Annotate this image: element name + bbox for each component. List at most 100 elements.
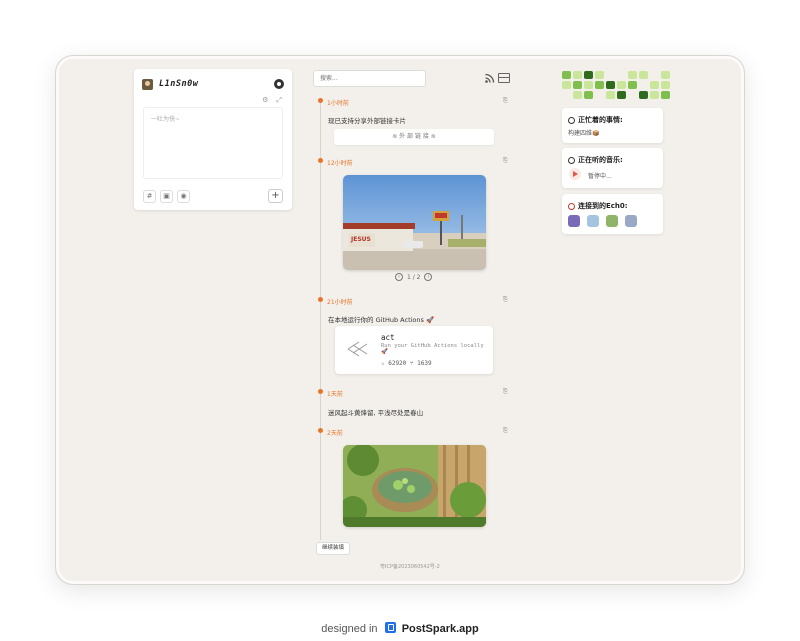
clock-icon [568, 116, 575, 124]
timestamp: 2天前 [327, 430, 343, 437]
busy-title: 正忙着的事情: [568, 115, 623, 125]
postspark-logo-icon [384, 622, 396, 633]
heatmap-cell[interactable] [573, 71, 582, 79]
heatmap-cell[interactable] [650, 91, 659, 99]
connected-avatar[interactable] [625, 215, 637, 227]
heatmap-cell[interactable] [628, 71, 637, 79]
footer-icp[interactable]: 粤ICP备2023060542号-2 [380, 563, 440, 570]
heatmap-cell[interactable] [617, 91, 626, 99]
rss-icon[interactable] [485, 73, 495, 83]
editor-header: L1nSn0w [142, 76, 284, 92]
photo-motel[interactable]: JESUS [343, 175, 486, 270]
heatmap-cell[interactable] [584, 81, 593, 89]
busy-widget: 正忙着的事情: 构建四维📦 [562, 108, 663, 143]
heatmap-cell[interactable] [595, 81, 604, 89]
heatmap-cell[interactable] [562, 81, 571, 89]
github-repo-card[interactable]: act Run your GitHub Actions locally 🚀 ☆ … [335, 326, 493, 374]
heatmap-cell[interactable] [573, 81, 582, 89]
add-button[interactable]: + [268, 189, 283, 203]
heatmap-cell[interactable] [617, 81, 626, 89]
music-title: 正在听的音乐: [568, 155, 623, 165]
heatmap-cell [628, 91, 637, 99]
heatmap-cell [595, 91, 604, 99]
play-icon[interactable] [569, 168, 581, 180]
tag-icon[interactable]: # [143, 189, 156, 203]
user-avatar[interactable] [142, 78, 153, 90]
image-pager: ‹ 1 / 2 › [395, 273, 433, 281]
credit-prefix: designed in [321, 623, 378, 635]
editor-toolbar: # ▣ ◉ + [143, 189, 283, 203]
connected-avatars [568, 215, 637, 227]
external-link-card[interactable]: ≋ 外 部 链 接 ≋ [334, 129, 494, 145]
motel-image: JESUS [343, 175, 486, 270]
github-icon[interactable] [274, 79, 284, 89]
username: L1nSn0w [159, 79, 199, 89]
connected-avatar[interactable] [587, 215, 599, 227]
image-icon[interactable]: ▣ [160, 189, 173, 203]
eye-icon[interactable]: ◉ [177, 189, 190, 203]
heatmap-cell [639, 81, 648, 89]
heatmap-cell[interactable] [628, 81, 637, 89]
prev-icon[interactable]: ‹ [395, 273, 403, 281]
busy-value: 构建四维📦 [568, 130, 600, 137]
activity-heatmap [562, 71, 670, 99]
comment-icon[interactable]: ⎘ [503, 388, 508, 396]
svg-text:JESUS: JESUS [350, 236, 371, 243]
app-window: L1nSn0w ⚙ ⤢ 一吐为快~ # ▣ ◉ + 1小时前 ⎘ 现已支持分享外… [55, 55, 745, 585]
comment-icon[interactable]: ⎘ [503, 157, 508, 165]
heatmap-cell[interactable] [661, 81, 670, 89]
heatmap-cell[interactable] [595, 71, 604, 79]
echo-text: 现已支持分享外部链接卡片 [328, 117, 406, 125]
heatmap-cell [617, 71, 626, 79]
timeline-dot [318, 297, 323, 302]
editor-tools: ⚙ ⤢ [262, 96, 282, 105]
timeline-dot [318, 428, 323, 433]
next-icon[interactable]: › [424, 273, 433, 281]
timestamp: 1小时前 [327, 100, 349, 107]
settings-icon[interactable]: ⚙ [262, 96, 268, 105]
repo-description: Run your GitHub Actions locally 🚀 [381, 343, 484, 355]
repo-forks: ⑂ 1639 [409, 360, 432, 367]
echo-text: 在本地运行你的 GitHub Actions 🚀 [328, 316, 435, 324]
heatmap-cell[interactable] [606, 81, 615, 89]
heatmap-cell[interactable] [639, 71, 648, 79]
echo-textarea[interactable]: 一吐为快~ [143, 107, 283, 179]
credit-brand[interactable]: PostSpark.app [402, 623, 479, 635]
expand-icon[interactable]: ⤢ [276, 96, 282, 105]
connected-avatar[interactable] [568, 215, 580, 227]
heatmap-cell [606, 71, 615, 79]
comment-icon[interactable]: ⎘ [503, 427, 508, 435]
heatmap-cell[interactable] [661, 91, 670, 99]
connected-avatar[interactable] [606, 215, 618, 227]
timestamp: 12小时前 [327, 160, 353, 167]
timeline-dot [318, 389, 323, 394]
garden-image [343, 445, 486, 527]
repo-name: act [381, 333, 395, 342]
act-logo-icon [347, 341, 368, 357]
heatmap-cell[interactable] [562, 71, 571, 79]
search-input[interactable] [313, 70, 426, 87]
comment-icon[interactable]: ⎘ [503, 296, 508, 304]
heatmap-cell [650, 71, 659, 79]
load-more-button[interactable]: 继续装填 [316, 542, 350, 555]
timestamp: 1天前 [327, 391, 343, 398]
repo-stars: ☆ 62920 [381, 360, 407, 367]
repo-stats: ☆ 62920 ⑂ 1639 [381, 360, 432, 367]
timeline-dot [318, 158, 323, 163]
heatmap-cell[interactable] [661, 71, 670, 79]
heatmap-cell[interactable] [573, 91, 582, 99]
heatmap-cell[interactable] [650, 81, 659, 89]
connect-widget: 连接到的Ech0: [562, 194, 663, 234]
layout-icon[interactable] [498, 73, 510, 83]
heatmap-cell[interactable] [584, 91, 593, 99]
credit-line: designed in PostSpark.app [0, 622, 800, 635]
music-widget: 正在听的音乐: 暂停中... [562, 148, 663, 188]
heatmap-cell[interactable] [584, 71, 593, 79]
clock-icon [568, 156, 575, 164]
echo-text: 迷风起斗黄烽留, 平浅尽处是春山 [328, 409, 424, 417]
heatmap-cell[interactable] [606, 91, 615, 99]
heatmap-cell [562, 91, 571, 99]
comment-icon[interactable]: ⎘ [503, 97, 508, 105]
photo-garden[interactable] [343, 445, 486, 527]
heatmap-cell[interactable] [639, 91, 648, 99]
